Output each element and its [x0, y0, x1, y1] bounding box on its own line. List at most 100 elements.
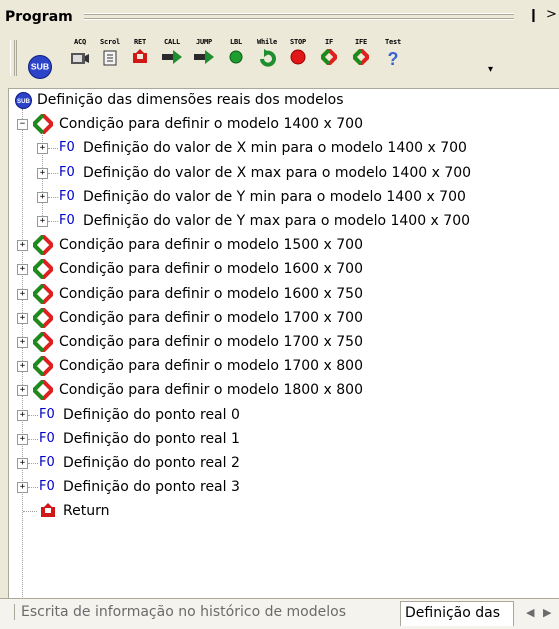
toolbar-button-label: IFE — [354, 38, 368, 46]
expand-toggle[interactable]: + — [17, 312, 28, 324]
node-label: Condição para definir o modelo 1400 x 70… — [59, 116, 363, 133]
scroll-icon — [96, 49, 124, 70]
return-icon — [126, 49, 154, 68]
tree-node-condition[interactable]: + Condição para definir o modelo 1600 x 7… — [9, 281, 559, 307]
toolbar-overflow-icon[interactable]: ▾ — [488, 64, 493, 75]
expand-toggle[interactable]: + — [17, 385, 28, 397]
node-label: Definição do ponto real 3 — [63, 479, 240, 496]
node-label: Definição do valor de Y max para o model… — [83, 213, 471, 229]
tree-node-child[interactable]: + F0 Definição do valor de X min para o mo… — [9, 137, 559, 161]
toolbar-button-stop[interactable]: STOP — [284, 38, 312, 80]
program-toolbar: SUB ACQ Scrol RET CALL JUMP LBL While STOP IF IFE T… — [0, 34, 559, 86]
toolbar-button-label: RET — [133, 38, 147, 46]
expand-toggle[interactable]: + — [17, 409, 28, 421]
toolbar-button-label: Scrol — [99, 38, 121, 46]
node-label: Condição para definir o modelo 1700 x 80… — [59, 358, 363, 375]
tree-node-point[interactable]: + F0 Definição do ponto real 1 — [9, 428, 559, 452]
node-label: Condição para definir o modelo 1700 x 70… — [59, 309, 363, 326]
toolbar-button-ret[interactable]: RET — [126, 38, 154, 80]
tree-node-condition[interactable]: + Condição para definir o modelo 1700 x 8… — [9, 354, 559, 379]
tree-node-child[interactable]: + F0 Definição do valor de X max para o mo… — [9, 162, 559, 186]
expand-toggle[interactable]: + — [17, 240, 28, 252]
expand-toggle[interactable]: + — [17, 458, 28, 469]
tree-node-condition[interactable]: + Condição para definir o modelo 1500 x 7… — [9, 233, 559, 258]
tree-node-return[interactable]: Return — [9, 500, 559, 524]
toolbar-button-label: LBL — [229, 38, 243, 46]
toolbar-button-test[interactable]: Test? — [379, 38, 407, 80]
toolbar-button-call[interactable]: CALL — [158, 38, 186, 80]
expand-toggle[interactable]: + — [17, 337, 28, 348]
tree-node-condition[interactable]: + Condição para definir o modelo 1600 x 7… — [9, 257, 559, 282]
toolbar-button-jump[interactable]: JUMP — [190, 38, 218, 80]
toolbar-button-label: IF — [324, 38, 334, 46]
tree-connector — [28, 463, 38, 464]
fo-prefix: F0 — [59, 164, 75, 180]
tree-connector — [28, 414, 38, 416]
ife-diamond-icon — [347, 47, 375, 68]
tree-connector — [28, 438, 38, 440]
toolbar-button-label: CALL — [163, 38, 181, 46]
tree-node-point[interactable]: + F0 Definição do ponto real 0 — [9, 404, 559, 428]
fo-prefix: F0 — [59, 213, 75, 228]
tree-node-condition[interactable]: + Condição para definir o modelo 1700 x 7… — [9, 305, 559, 331]
toolbar-button-label: ACQ — [73, 38, 87, 46]
close-icon[interactable]: > — [546, 7, 557, 22]
tree-node-child[interactable]: + F0 Definição do valor de Y min para o mo… — [9, 186, 559, 210]
toolbar-button-lbl[interactable]: LBL — [222, 38, 250, 80]
tree-node-condition-expanded[interactable]: − Condição para definir o modelo 1400 x 7… — [9, 112, 559, 137]
toolbar-button-scrol[interactable]: Scrol — [96, 38, 124, 80]
toolbar-button-label: STOP — [289, 38, 307, 46]
if-diamond-icon — [315, 47, 343, 68]
titlebar-grip[interactable] — [84, 13, 514, 20]
toolbar-button-acq[interactable]: ACQ — [66, 38, 94, 80]
fo-prefix: F0 — [39, 479, 55, 495]
svg-text:?: ? — [388, 49, 399, 67]
expand-toggle[interactable]: + — [17, 288, 28, 300]
node-label: Definição do ponto real 0 — [63, 406, 240, 423]
toolbar-button-if[interactable]: IF — [315, 38, 343, 80]
pin-icon[interactable]: ❙ — [528, 8, 539, 23]
toolbar-button-ife[interactable]: IFE — [347, 38, 375, 80]
expand-toggle[interactable]: + — [37, 143, 48, 155]
tree-node-point[interactable]: + F0 Definição do ponto real 2 — [9, 452, 559, 476]
expand-toggle[interactable]: + — [37, 216, 48, 227]
tree-node-root[interactable]: SUB Definição das dimensões reais dos mod… — [9, 89, 559, 113]
toolbar-handle-line — [14, 40, 17, 76]
expand-toggle[interactable]: + — [37, 191, 48, 203]
expand-toggle[interactable]: + — [17, 482, 28, 494]
node-label: Definição do valor de X max para o model… — [83, 164, 472, 181]
node-label: Return — [63, 503, 110, 520]
tree-node-condition[interactable]: + Condição para definir o modelo 1800 x 8… — [9, 378, 559, 403]
tree-connector — [48, 221, 58, 222]
node-label: Definição do ponto real 1 — [63, 430, 240, 447]
tree-connector — [48, 148, 58, 150]
toolbar-button-label: While — [256, 38, 278, 46]
expand-toggle[interactable]: + — [37, 167, 48, 179]
toolbar-button-sub[interactable]: SUB — [26, 44, 54, 86]
toolbar-button-while[interactable]: While — [253, 38, 281, 80]
tree-node-condition[interactable]: + Condição para definir o modelo 1700 x 7… — [9, 330, 559, 355]
stop-icon — [284, 49, 312, 68]
expand-toggle[interactable]: + — [17, 433, 28, 445]
fo-prefix: F0 — [59, 188, 75, 204]
camera-icon — [66, 49, 94, 70]
program-tree[interactable]: SUB Definição das dimensões reais dos mod… — [8, 88, 559, 613]
collapse-toggle[interactable]: − — [17, 119, 28, 131]
node-label: Definição das dimensões reais dos modelo… — [37, 92, 344, 108]
tab-historico[interactable]: Escrita de informação no histórico de mo… — [14, 604, 346, 620]
fo-prefix: F0 — [39, 430, 55, 446]
node-label: Condição para definir o modelo 1600 x 70… — [59, 261, 363, 278]
expand-toggle[interactable]: + — [17, 361, 28, 373]
tree-node-child[interactable]: + F0 Definição do valor de Y max para o mo… — [9, 210, 559, 234]
tab-scroll-right-icon[interactable]: ▶ — [543, 606, 551, 619]
expand-toggle[interactable]: + — [17, 264, 28, 276]
fo-prefix: F0 — [39, 406, 55, 422]
node-label: Condição para definir o modelo 1500 x 70… — [59, 237, 363, 254]
tab-scroll-left-icon[interactable]: ◀ — [526, 606, 534, 619]
label-dot-icon — [222, 49, 250, 68]
tree-node-point[interactable]: + F0 Definição do ponto real 3 — [9, 476, 559, 500]
node-label: Definição do ponto real 2 — [63, 455, 240, 471]
tree-connector — [48, 196, 58, 198]
node-label: Condição para definir o modelo 1600 x 75… — [59, 285, 363, 302]
tab-definicao-active[interactable]: Definição das — [400, 601, 514, 626]
